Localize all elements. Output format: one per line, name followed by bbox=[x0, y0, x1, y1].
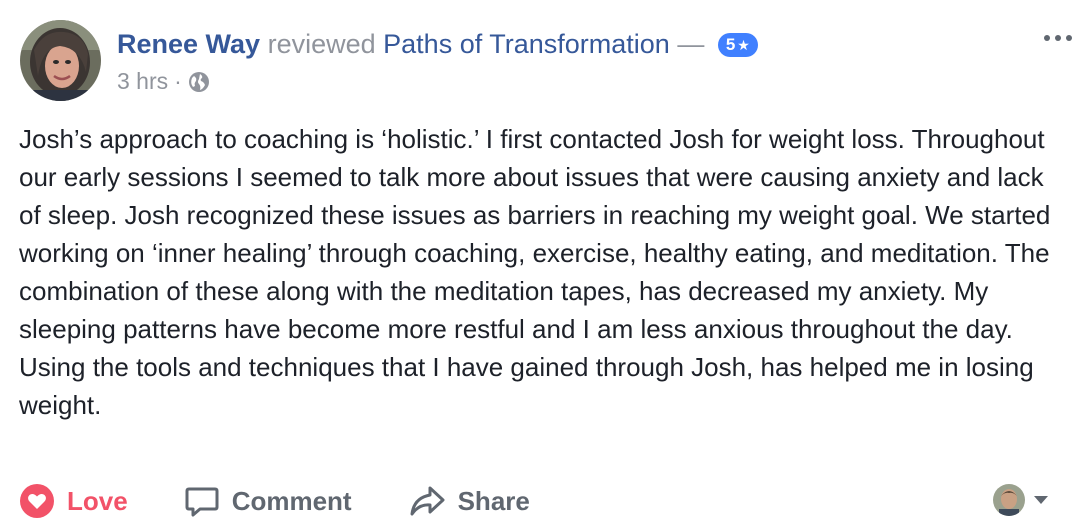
meta-separator: · bbox=[174, 68, 182, 94]
love-label: Love bbox=[67, 485, 128, 516]
review-verb: reviewed bbox=[267, 29, 376, 59]
globe-icon[interactable] bbox=[188, 70, 210, 92]
star-icon: ★ bbox=[737, 37, 750, 53]
header-dash: — bbox=[677, 29, 705, 59]
ellipsis-icon bbox=[1044, 35, 1072, 41]
viewer-avatar bbox=[993, 484, 1025, 516]
comment-icon bbox=[185, 487, 219, 517]
heart-icon bbox=[20, 484, 54, 518]
more-options-button[interactable] bbox=[1040, 24, 1076, 52]
share-label: Share bbox=[457, 485, 530, 516]
post-timestamp[interactable]: 3 hrs bbox=[117, 66, 168, 96]
rating-badge: 5 ★ bbox=[717, 33, 758, 57]
comment-button[interactable]: Comment bbox=[184, 483, 352, 519]
share-button[interactable]: Share bbox=[408, 483, 530, 519]
caret-down-icon bbox=[1034, 496, 1048, 504]
viewer-selector[interactable] bbox=[993, 484, 1049, 516]
post-header: Renee Way reviewed Paths of Transformati… bbox=[117, 26, 758, 62]
page-name-link[interactable]: Paths of Transformation bbox=[383, 29, 670, 59]
rating-value: 5 bbox=[725, 35, 736, 54]
action-bar: Love Comment Share bbox=[19, 478, 1069, 524]
love-button[interactable]: Love bbox=[19, 483, 128, 519]
share-icon bbox=[410, 486, 445, 516]
review-post: Renee Way reviewed Paths of Transformati… bbox=[0, 0, 1084, 530]
review-body: Josh’s approach to coaching is ‘holistic… bbox=[19, 124, 1051, 420]
post-meta: 3 hrs · bbox=[117, 66, 210, 96]
comment-label: Comment bbox=[231, 485, 352, 516]
author-name[interactable]: Renee Way bbox=[117, 29, 260, 59]
author-avatar[interactable] bbox=[20, 20, 101, 101]
